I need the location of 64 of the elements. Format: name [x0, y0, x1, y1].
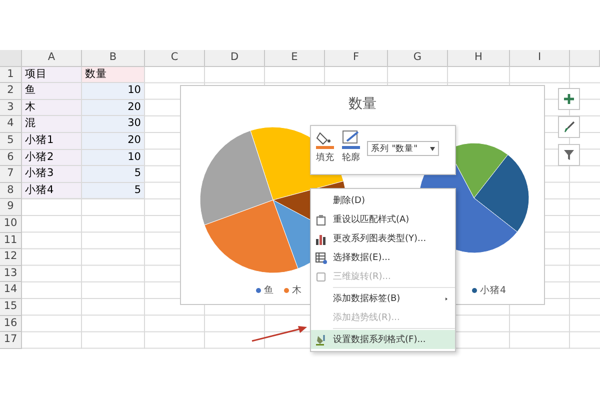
table-cell: 数量	[82, 66, 145, 84]
row-number[interactable]: 15	[0, 298, 22, 316]
fill-button[interactable]: 填充	[315, 129, 335, 164]
row-number[interactable]: 8	[0, 182, 22, 200]
column-header[interactable]: G	[388, 50, 448, 67]
row-number[interactable]: 3	[0, 100, 22, 116]
row-number[interactable]: 6	[0, 150, 22, 166]
table-cell: 小猪3	[22, 166, 82, 183]
legend-label: 木	[292, 284, 302, 297]
table-cell: 5	[82, 182, 145, 200]
row-number[interactable]: 5	[0, 132, 22, 150]
table-cell: 混	[22, 116, 82, 133]
table-cell: 10	[82, 83, 145, 100]
table-cell: 20	[82, 132, 145, 150]
table-cell: 5	[82, 166, 145, 183]
column-header[interactable]: D	[205, 50, 265, 67]
row-number[interactable]: 14	[0, 282, 22, 299]
table-cell: 木	[22, 100, 82, 116]
table-cell: 20	[82, 100, 145, 116]
pie-slice[interactable]	[474, 154, 530, 232]
row-number[interactable]: 2	[0, 83, 22, 100]
series-dropdown[interactable]: 系列 "数量"	[367, 141, 439, 156]
chart-title: 数量	[348, 95, 376, 113]
row-number[interactable]: 11	[0, 232, 22, 250]
row-number[interactable]: 12	[0, 249, 22, 266]
column-header[interactable]: F	[325, 50, 388, 67]
row-number[interactable]: 4	[0, 116, 22, 133]
table-icon	[315, 252, 327, 264]
brush-icon[interactable]	[558, 116, 580, 138]
column-header[interactable]: C	[145, 50, 205, 67]
table-cell: 小猪1	[22, 132, 82, 150]
row-number[interactable]: 10	[0, 216, 22, 233]
outline-button[interactable]: 轮廓	[341, 129, 361, 164]
menu-item[interactable]: 选择数据(E)...	[311, 248, 455, 267]
bar-chart-icon	[315, 232, 327, 244]
column-header[interactable]: B	[82, 50, 145, 67]
column-header[interactable]: I	[510, 50, 570, 67]
add-icon[interactable]	[558, 88, 580, 110]
menu-item[interactable]: 更改系列图表类型(Y)...	[311, 229, 455, 248]
reset-style-icon	[315, 214, 327, 226]
row-number[interactable]: 7	[0, 166, 22, 183]
table-cell: 项目	[22, 66, 82, 84]
table-cell: 10	[82, 150, 145, 166]
legend-label: 小猪4	[480, 284, 506, 297]
menu-item[interactable]: 删除(D)	[311, 191, 455, 210]
column-header[interactable]: A	[22, 50, 82, 67]
menu-item[interactable]: 设置数据系列格式(F)...	[311, 330, 455, 349]
row-number[interactable]: 1	[0, 66, 22, 84]
column-header[interactable]: H	[448, 50, 510, 67]
paint-bucket-icon	[315, 334, 327, 346]
pie-slice[interactable]	[204, 200, 298, 274]
table-cell: 小猪2	[22, 150, 82, 166]
legend-label: 鱼	[264, 284, 274, 297]
column-header[interactable]: E	[265, 50, 325, 67]
row-number[interactable]: 16	[0, 316, 22, 332]
filter-icon[interactable]	[558, 144, 580, 166]
menu-item[interactable]: 添加数据标签(B)	[311, 289, 455, 308]
table-cell: 小猪4	[22, 182, 82, 200]
row-number[interactable]: 9	[0, 199, 22, 216]
row-number[interactable]: 13	[0, 266, 22, 282]
row-number[interactable]: 17	[0, 332, 22, 349]
table-cell: 鱼	[22, 83, 82, 100]
table-cell: 30	[82, 116, 145, 133]
menu-item[interactable]: 重设以匹配样式(A)	[311, 210, 455, 229]
